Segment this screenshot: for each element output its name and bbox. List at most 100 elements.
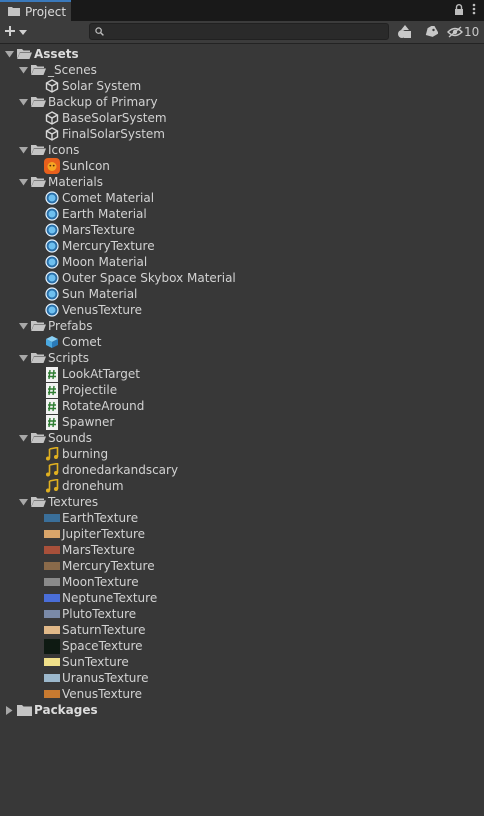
expand-arrow-icon[interactable] [18,494,28,510]
lock-icon[interactable] [454,3,464,18]
texture-item[interactable]: NeptuneTexture [44,590,157,606]
plus-icon [4,25,16,40]
texture-thumbnail [44,658,60,666]
texture-thumbnail [44,546,60,554]
folder-icon [8,5,20,19]
texture-item[interactable]: SunTexture [44,654,129,670]
folder-backup-of-primary[interactable]: Backup of Primary [18,94,158,110]
texture-thumbnail [44,578,60,586]
scene-item[interactable]: BaseSolarSystem [44,110,167,126]
expand-arrow-icon[interactable] [4,46,14,62]
expand-arrow-icon[interactable] [18,94,28,110]
texture-item[interactable]: PlutoTexture [44,606,136,622]
texture-item[interactable]: UranusTexture [44,670,148,686]
scene-item[interactable]: Solar System [44,78,141,94]
script-item[interactable]: LookAtTarget [44,366,140,382]
script-item[interactable]: RotateAround [44,398,144,414]
audio-item[interactable]: dronedarkandscary [44,462,178,478]
material-sphere-icon [44,254,60,270]
folder-scripts[interactable]: Scripts [18,350,89,366]
search-by-label-icon[interactable] [418,22,444,42]
folder-open-icon [30,430,46,446]
unity-scene-icon [44,126,60,142]
sun-image-icon [44,158,60,174]
folder-packages[interactable]: Packages [4,702,98,718]
script-item[interactable]: Spawner [44,414,114,430]
prefab-item[interactable]: Comet [44,334,102,350]
music-note-icon [44,478,60,494]
more-options-icon[interactable] [472,3,476,18]
material-item[interactable]: VenusTexture [44,302,142,318]
texture-item[interactable]: JupiterTexture [44,526,145,542]
texture-item[interactable]: MoonTexture [44,574,139,590]
folder-assets[interactable]: Assets [4,46,79,62]
expand-arrow-icon[interactable] [18,430,28,446]
expand-arrow-icon[interactable] [18,62,28,78]
texture-thumbnail [44,530,60,538]
script-item[interactable]: Projectile [44,382,117,398]
folder-materials[interactable]: Materials [18,174,103,190]
texture-item[interactable]: VenusTexture [44,686,142,702]
material-sphere-icon [44,302,60,318]
texture-thumbnail [44,562,60,570]
material-sphere-icon [44,190,60,206]
chevron-down-icon [19,25,27,39]
toolbar: 10 [0,21,484,44]
unity-scene-icon [44,110,60,126]
unity-scene-icon [44,78,60,94]
material-sphere-icon [44,206,60,222]
folder-open-icon [30,318,46,334]
csharp-script-icon [44,382,60,398]
expand-arrow-icon[interactable] [18,350,28,366]
csharp-script-icon [44,366,60,382]
hidden-packages-icon[interactable]: 10 [444,22,482,42]
texture-thumbnail [44,638,60,654]
folder-open-icon [30,350,46,366]
scene-item[interactable]: FinalSolarSystem [44,126,165,142]
material-item[interactable]: Outer Space Skybox Material [44,270,236,286]
texture-thumbnail [44,626,60,634]
folder-icon [16,702,32,718]
folder-open-icon [30,62,46,78]
audio-item[interactable]: dronehum [44,478,124,494]
material-item[interactable]: MercuryTexture [44,238,155,254]
expand-arrow-icon[interactable] [18,318,28,334]
texture-item[interactable]: MarsTexture [44,542,135,558]
material-item[interactable]: Earth Material [44,206,147,222]
folder-open-icon [30,94,46,110]
texture-thumbnail [44,514,60,522]
folder-open-icon [30,174,46,190]
texture-item[interactable]: SpaceTexture [44,638,143,654]
folder-textures[interactable]: Textures [18,494,98,510]
csharp-script-icon [44,398,60,414]
folder-sounds[interactable]: Sounds [18,430,92,446]
search-icon [95,25,104,39]
search-by-type-icon[interactable] [392,22,418,42]
tab-bar: Project [0,0,484,22]
hidden-packages-count: 10 [464,25,480,39]
audio-item[interactable]: burning [44,446,108,462]
texture-item[interactable]: SaturnTexture [44,622,146,638]
texture-item[interactable]: EarthTexture [44,510,138,526]
material-item[interactable]: Moon Material [44,254,147,270]
folder-prefabs[interactable]: Prefabs [18,318,93,334]
collapse-arrow-icon[interactable] [4,702,14,718]
material-item[interactable]: Comet Material [44,190,154,206]
prefab-cube-icon [44,334,60,350]
expand-arrow-icon[interactable] [18,174,28,190]
music-note-icon [44,446,60,462]
tab-project[interactable]: Project [0,0,71,21]
material-item[interactable]: Sun Material [44,286,137,302]
texture-thumbnail [44,594,60,602]
folder-icons[interactable]: Icons [18,142,79,158]
material-sphere-icon [44,286,60,302]
create-button[interactable] [4,22,34,42]
texture-item[interactable]: MercuryTexture [44,558,155,574]
image-item[interactable]: SunIcon [44,158,110,174]
csharp-script-icon [44,414,60,430]
expand-arrow-icon[interactable] [18,142,28,158]
texture-thumbnail [44,610,60,618]
material-item[interactable]: MarsTexture [44,222,135,238]
folder-scenes[interactable]: _Scenes [18,62,97,78]
search-input[interactable] [89,23,389,40]
